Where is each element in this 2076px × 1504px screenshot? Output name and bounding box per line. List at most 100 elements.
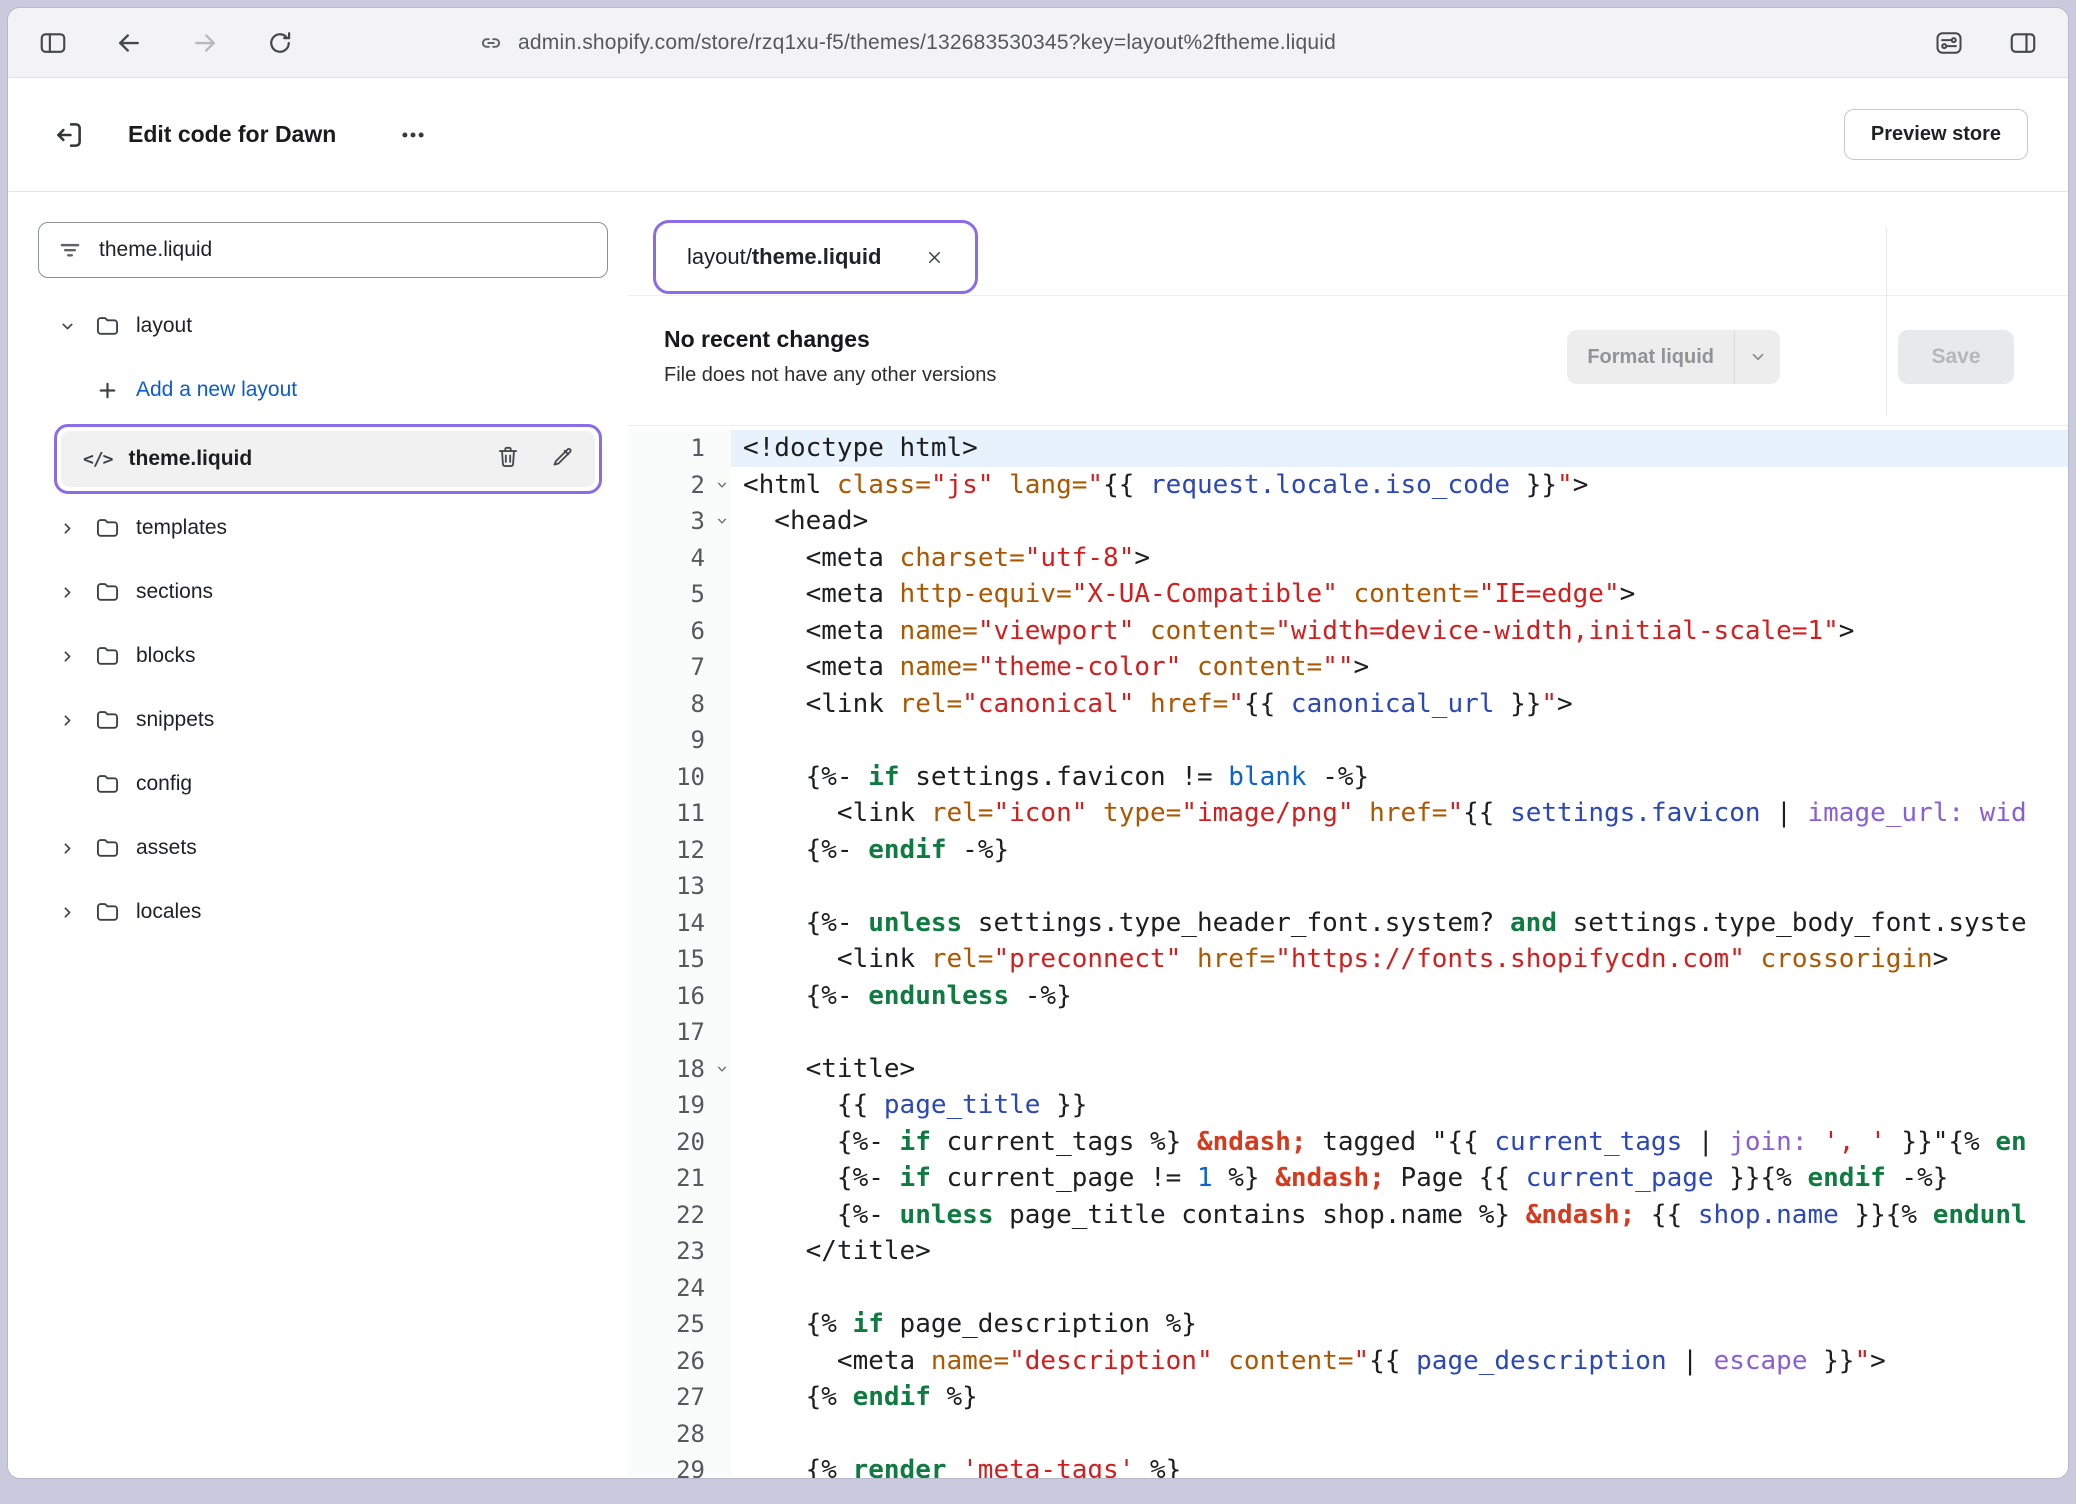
code-line-content[interactable]: {% endif %}	[731, 1379, 2068, 1416]
line-number[interactable]: 1	[628, 430, 731, 467]
sidebar-item-locales[interactable]: locales	[38, 880, 628, 944]
code-line-23[interactable]: 23 </title>	[628, 1233, 2068, 1270]
line-number[interactable]: 26	[628, 1343, 731, 1380]
chevron-down-icon[interactable]	[1734, 330, 1780, 384]
code-line-8[interactable]: 8 <link rel="canonical" href="{{ canonic…	[628, 686, 2068, 723]
line-number[interactable]: 17	[628, 1014, 731, 1051]
code-line-content[interactable]: {%- if current_page != 1 %} &ndash; Page…	[731, 1160, 2068, 1197]
code-line-content[interactable]: {%- if settings.favicon != blank -%}	[731, 759, 2068, 796]
line-number[interactable]: 8	[628, 686, 731, 723]
line-number[interactable]: 2›	[628, 467, 731, 504]
code-line-4[interactable]: 4 <meta charset="utf-8">	[628, 540, 2068, 577]
code-line-15[interactable]: 15 <link rel="preconnect" href="https://…	[628, 941, 2068, 978]
reload-button-icon[interactable]	[266, 29, 294, 57]
code-line-6[interactable]: 6 <meta name="viewport" content="width=d…	[628, 613, 2068, 650]
code-line-content[interactable]: {% if page_description %}	[731, 1306, 2068, 1343]
code-line-25[interactable]: 25 {% if page_description %}	[628, 1306, 2068, 1343]
code-line-26[interactable]: 26 <meta name="description" content="{{ …	[628, 1343, 2068, 1380]
code-line-10[interactable]: 10 {%- if settings.favicon != blank -%}	[628, 759, 2068, 796]
code-line-content[interactable]	[731, 1014, 2068, 1051]
code-line-content[interactable]: <link rel="icon" type="image/png" href="…	[731, 795, 2068, 832]
line-number[interactable]: 28	[628, 1416, 731, 1453]
forward-button-icon[interactable]	[190, 28, 220, 58]
file-search-box[interactable]	[38, 222, 608, 278]
code-line-content[interactable]: <!doctype html>	[731, 430, 2068, 467]
code-line-content[interactable]: </title>	[731, 1233, 2068, 1270]
code-line-content[interactable]: <meta name="description" content="{{ pag…	[731, 1343, 2068, 1380]
add-new-layout-button[interactable]: Add a new layout	[38, 358, 628, 422]
line-number[interactable]: 29	[628, 1452, 731, 1478]
chevron-right-icon[interactable]	[56, 840, 78, 857]
code-line-20[interactable]: 20 {%- if current_tags %} &ndash; tagged…	[628, 1124, 2068, 1161]
line-number[interactable]: 12	[628, 832, 731, 869]
chevron-right-icon[interactable]	[56, 648, 78, 665]
line-number[interactable]: 4	[628, 540, 731, 577]
line-number[interactable]: 14	[628, 905, 731, 942]
sidebar-item-theme-liquid[interactable]: </> theme.liquid	[61, 431, 595, 487]
code-line-29[interactable]: 29 {% render 'meta-tags' %}	[628, 1452, 2068, 1478]
code-line-content[interactable]: <meta name="viewport" content="width=dev…	[731, 613, 2068, 650]
code-line-content[interactable]: {%- unless page_title contains shop.name…	[731, 1197, 2068, 1234]
code-line-content[interactable]: <head>	[731, 503, 2068, 540]
sidebar-toggle-icon[interactable]	[38, 28, 68, 58]
delete-file-button[interactable]	[495, 444, 521, 475]
line-number[interactable]: 19	[628, 1087, 731, 1124]
code-line-12[interactable]: 12 {%- endif -%}	[628, 832, 2068, 869]
code-line-content[interactable]	[731, 868, 2068, 905]
preview-store-button[interactable]: Preview store	[1844, 109, 2028, 160]
code-line-3[interactable]: 3› <head>	[628, 503, 2068, 540]
line-number[interactable]: 6	[628, 613, 731, 650]
chevron-right-icon[interactable]	[56, 712, 78, 729]
code-line-18[interactable]: 18› <title>	[628, 1051, 2068, 1088]
fold-chevron-icon[interactable]: ›	[713, 517, 733, 525]
code-line-1[interactable]: 1<!doctype html>	[628, 430, 2068, 467]
sidebar-item-assets[interactable]: assets	[38, 816, 628, 880]
sidebar-item-templates[interactable]: templates	[38, 496, 628, 560]
code-line-2[interactable]: 2›<html class="js" lang="{{ request.loca…	[628, 467, 2068, 504]
sidebar-item-snippets[interactable]: snippets	[38, 688, 628, 752]
code-line-content[interactable]: <meta charset="utf-8">	[731, 540, 2068, 577]
exit-code-editor-button[interactable]	[52, 118, 86, 152]
line-number[interactable]: 15	[628, 941, 731, 978]
line-number[interactable]: 9	[628, 722, 731, 759]
chevron-right-icon[interactable]	[56, 584, 78, 601]
back-button-icon[interactable]	[114, 28, 144, 58]
code-line-content[interactable]: {%- endif -%}	[731, 832, 2068, 869]
line-number[interactable]: 27	[628, 1379, 731, 1416]
fold-chevron-icon[interactable]: ›	[713, 481, 733, 489]
code-line-content[interactable]: <link rel="canonical" href="{{ canonical…	[731, 686, 2068, 723]
line-number[interactable]: 23	[628, 1233, 731, 1270]
code-line-13[interactable]: 13	[628, 868, 2068, 905]
line-number[interactable]: 10	[628, 759, 731, 796]
code-line-16[interactable]: 16 {%- endunless -%}	[628, 978, 2068, 1015]
save-button[interactable]: Save	[1898, 330, 2014, 384]
code-line-24[interactable]: 24	[628, 1270, 2068, 1307]
tab-theme-liquid[interactable]: layout/theme.liquid	[663, 228, 968, 286]
line-number[interactable]: 5	[628, 576, 731, 613]
code-line-content[interactable]: <meta name="theme-color" content="">	[731, 649, 2068, 686]
fold-chevron-icon[interactable]: ›	[713, 1065, 733, 1073]
panel-right-icon[interactable]	[2008, 28, 2038, 58]
code-line-22[interactable]: 22 {%- unless page_title contains shop.n…	[628, 1197, 2068, 1234]
code-line-17[interactable]: 17	[628, 1014, 2068, 1051]
sidebar-item-sections[interactable]: sections	[38, 560, 628, 624]
code-line-content[interactable]: <link rel="preconnect" href="https://fon…	[731, 941, 2068, 978]
code-line-14[interactable]: 14 {%- unless settings.type_header_font.…	[628, 905, 2068, 942]
code-line-content[interactable]	[731, 1270, 2068, 1307]
address-bar[interactable]: admin.shopify.com/store/rzq1xu-f5/themes…	[478, 8, 1336, 77]
sidebar-item-config[interactable]: config	[38, 752, 628, 816]
code-line-5[interactable]: 5 <meta http-equiv="X-UA-Compatible" con…	[628, 576, 2068, 613]
code-editor[interactable]: 1<!doctype html>2›<html class="js" lang=…	[628, 426, 2068, 1478]
line-number[interactable]: 24	[628, 1270, 731, 1307]
code-line-content[interactable]: <html class="js" lang="{{ request.locale…	[731, 467, 2068, 504]
line-number[interactable]: 13	[628, 868, 731, 905]
extensions-settings-icon[interactable]	[1934, 28, 1964, 58]
code-line-9[interactable]: 9	[628, 722, 2068, 759]
line-number[interactable]: 11	[628, 795, 731, 832]
line-number[interactable]: 21	[628, 1160, 731, 1197]
sidebar-item-blocks[interactable]: blocks	[38, 624, 628, 688]
sidebar-item-layout[interactable]: layout	[38, 294, 628, 358]
line-number[interactable]: 16	[628, 978, 731, 1015]
code-line-content[interactable]: {%- unless settings.type_header_font.sys…	[731, 905, 2068, 942]
line-number[interactable]: 3›	[628, 503, 731, 540]
